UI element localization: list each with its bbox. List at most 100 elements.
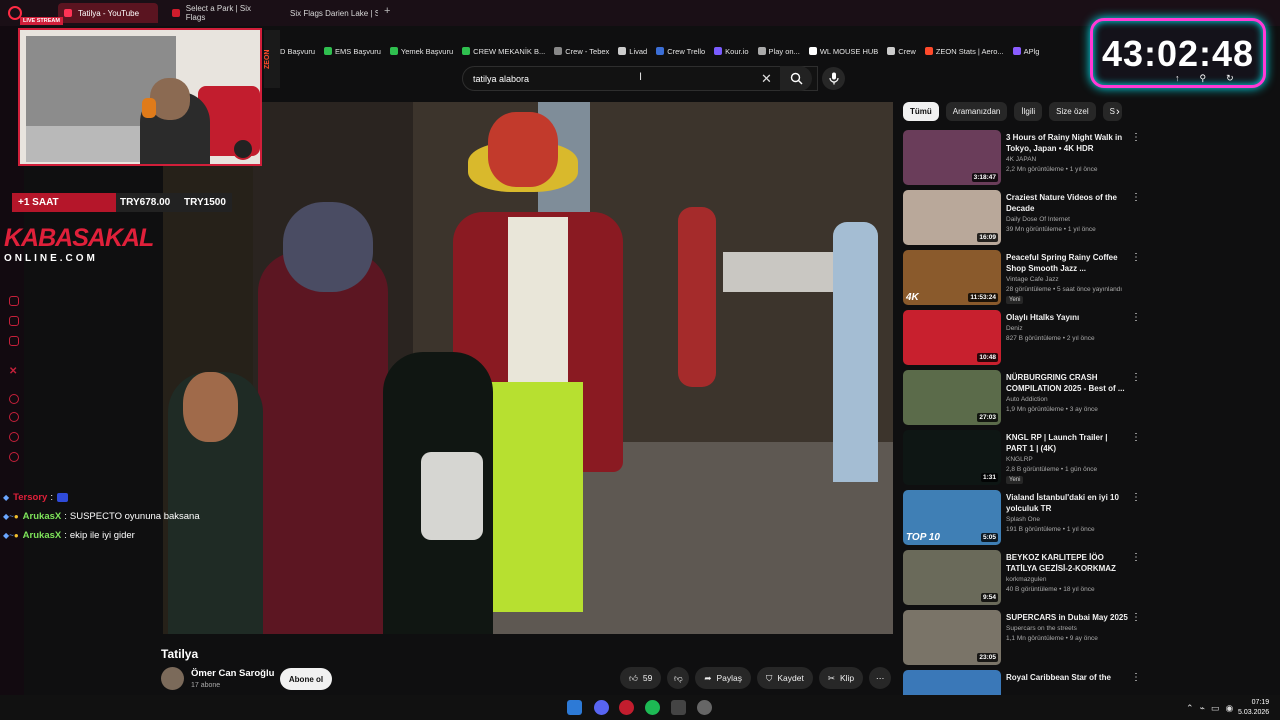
chevron-right-icon[interactable]: › — [1116, 106, 1120, 118]
bookmark-item[interactable]: APlg — [1012, 42, 1039, 60]
more-options-icon[interactable]: ⋮ — [1131, 612, 1141, 623]
filter-chip[interactable]: İlgili — [1014, 102, 1043, 121]
taskbar-clock[interactable]: 07:19 5.03.2026 — [1238, 698, 1269, 718]
opera-gx-icon[interactable] — [619, 700, 634, 715]
sidebar-app-icon[interactable] — [9, 336, 19, 346]
bookmark-item[interactable]: EMS Başvuru — [324, 42, 381, 60]
recommendation-item[interactable]: 1:31 KNGL RP | Launch Trailer | PART 1 | … — [903, 430, 1148, 490]
recommendation-item[interactable]: 4K 11:53:24 Peaceful Spring Rainy Coffee S… — [903, 250, 1148, 310]
recommendation-channel[interactable]: Splash One — [1006, 516, 1040, 523]
recommendation-channel[interactable]: KNGLRP — [1006, 456, 1033, 463]
subscribe-button[interactable]: Abone ol — [280, 668, 332, 690]
recommendation-title[interactable]: SUPERCARS in Dubai May 2025 — [1006, 612, 1128, 623]
close-icon[interactable]: ✕ — [761, 71, 772, 87]
recommendation-title[interactable]: Royal Caribbean Star of the — [1006, 672, 1128, 683]
recommendation-item[interactable]: 9:54 BEYKOZ KARLITEPE İÖO TATİLYA GEZİSİ-… — [903, 550, 1148, 610]
bookmark-item[interactable]: WL MOUSE HUB — [808, 42, 878, 60]
video-player[interactable] — [163, 102, 893, 634]
recommendation-channel[interactable]: Auto Addiction — [1006, 396, 1048, 403]
search-button[interactable] — [780, 66, 812, 91]
save-button[interactable]: ⛉ Kaydet — [757, 667, 813, 689]
video-thumbnail[interactable]: 9:54 — [903, 550, 1001, 605]
steam-icon[interactable] — [697, 700, 712, 715]
recommendation-title[interactable]: Vialand İstanbul'daki en iyi 10 yolculuk… — [1006, 492, 1128, 514]
spotify-icon[interactable] — [645, 700, 660, 715]
more-actions-button[interactable]: ⋯ — [869, 667, 892, 689]
bookmark-item[interactable]: Crew - Tebex — [554, 42, 609, 60]
recommendation-item[interactable]: 27:03 NÜRBURGRING CRASH COMPILATION 2025 … — [903, 370, 1148, 430]
recommendation-item[interactable]: 16:09 Craziest Nature Videos of the Decad… — [903, 190, 1148, 250]
sidebar-app-icon[interactable] — [9, 432, 19, 442]
search-input[interactable]: tatilya alabora — [473, 74, 529, 84]
filter-chip[interactable]: Size özel — [1049, 102, 1096, 121]
bookmark-item[interactable]: Crew Trello — [656, 42, 705, 60]
video-thumbnail[interactable]: 4K 11:53:24 — [903, 250, 1001, 305]
bookmark-item[interactable]: Kour.io — [714, 42, 749, 60]
windows-start-icon[interactable] — [567, 700, 582, 715]
more-options-icon[interactable]: ⋮ — [1131, 492, 1141, 503]
video-thumbnail[interactable]: 1:31 — [903, 430, 1001, 485]
filter-chip[interactable]: Tümü — [903, 102, 939, 121]
more-options-icon[interactable]: ⋮ — [1131, 552, 1141, 563]
recommendation-channel[interactable]: Vintage Cafe Jazz — [1006, 276, 1059, 283]
bookmark-item[interactable]: Yemek Başvuru — [389, 42, 453, 60]
recommendation-item[interactable]: 23:05 SUPERCARS in Dubai May 2025 Supercar… — [903, 610, 1148, 670]
more-options-icon[interactable]: ⋮ — [1131, 312, 1141, 323]
recommendation-item[interactable]: TOP 10 5:05 Vialand İstanbul'daki en iyi 1… — [903, 490, 1148, 550]
recommendation-title[interactable]: Craziest Nature Videos of the Decade — [1006, 192, 1128, 214]
system-tray-icons[interactable]: ⌃⌁▭◉ — [1186, 703, 1239, 714]
video-thumbnail[interactable]: 3:18:47 — [903, 130, 1001, 185]
sidebar-app-icon[interactable] — [9, 296, 19, 306]
recommendation-channel[interactable]: 4K JAPAN — [1006, 156, 1036, 163]
discord-icon[interactable] — [594, 700, 609, 715]
sidebar-app-icon[interactable] — [9, 394, 19, 404]
share-button[interactable]: ➦ Paylaş — [695, 667, 751, 689]
recommendation-title[interactable]: Olaylı Htalks Yayını — [1006, 312, 1128, 323]
clip-button[interactable]: ✂ Klip — [818, 667, 864, 689]
bookmark-item[interactable]: ZEON Stats | Aero... — [924, 42, 1004, 60]
recommendation-channel[interactable]: Daily Dose Of Internet — [1006, 216, 1070, 223]
more-options-icon[interactable]: ⋮ — [1131, 192, 1141, 203]
channel-avatar[interactable] — [161, 667, 184, 690]
more-options-icon[interactable]: ⋮ — [1131, 132, 1141, 143]
dislike-button[interactable]: 👎︎ — [667, 667, 690, 689]
video-thumbnail[interactable]: 16:09 — [903, 190, 1001, 245]
filter-chip[interactable]: Aramanızdan — [945, 102, 1008, 121]
bookmark-item[interactable]: Crew — [887, 42, 916, 60]
tab-darien-lake[interactable]: Six Flags Darien Lake | Sta — [278, 3, 378, 23]
recommendation-item[interactable]: 3:18:47 3 Hours of Rainy Night Walk in To… — [903, 130, 1148, 190]
recommendation-channel[interactable]: Supercars on the streets — [1006, 625, 1077, 632]
video-thumbnail[interactable]: 27:03 — [903, 370, 1001, 425]
voice-search-button[interactable] — [822, 67, 845, 90]
video-thumbnail[interactable]: 23:05 — [903, 610, 1001, 665]
recommendation-title[interactable]: NÜRBURGRING CRASH COMPILATION 2025 - Bes… — [1006, 372, 1128, 394]
video-thumbnail[interactable]: TOP 10 5:05 — [903, 490, 1001, 545]
recommendation-title[interactable]: BEYKOZ KARLITEPE İÖO TATİLYA GEZİSİ-2-KO… — [1006, 552, 1128, 574]
recommendation-channel[interactable]: Deniz — [1006, 325, 1023, 332]
x-twitter-icon[interactable]: ✕ — [9, 366, 19, 377]
chat-message: ◆ Tersory : — [3, 488, 200, 507]
video-thumbnail[interactable]: 10:48 — [903, 310, 1001, 365]
search-bar[interactable]: tatilya alabora I ✕ — [462, 66, 818, 91]
sidebar-app-icon[interactable] — [9, 316, 19, 326]
recommendation-title[interactable]: Peaceful Spring Rainy Coffee Shop Smooth… — [1006, 252, 1128, 274]
more-options-icon[interactable]: ⋮ — [1131, 372, 1141, 383]
channel-name[interactable]: Ömer Can Saroğlu — [191, 668, 274, 679]
recommendation-item[interactable]: 10:48 Olaylı Htalks Yayını Deniz 827 B görü… — [903, 310, 1148, 370]
recommendation-title[interactable]: 3 Hours of Rainy Night Walk in Tokyo, Ja… — [1006, 132, 1128, 154]
recommendation-channel[interactable]: korkmazgulen — [1006, 576, 1046, 583]
history-icon[interactable] — [9, 412, 19, 422]
recommendation-title[interactable]: KNGL RP | Launch Trailer | PART 1 | (4K) — [1006, 432, 1128, 454]
new-tab-button[interactable]: + — [384, 5, 390, 17]
bookmark-item[interactable]: Play on... — [757, 42, 800, 60]
more-options-icon[interactable]: ⋮ — [1131, 252, 1141, 263]
tab-select-park[interactable]: Select a Park | Six Flags — [166, 3, 270, 23]
like-button[interactable]: 👍︎ 59 — [620, 667, 662, 689]
app-icon[interactable] — [671, 700, 686, 715]
settings-icon[interactable] — [9, 452, 19, 462]
bookmark-item[interactable]: CREW MEKANİK B... — [462, 42, 545, 60]
tab-tatilya[interactable]: Tatilya - YouTube — [58, 3, 158, 23]
more-options-icon[interactable]: ⋮ — [1131, 672, 1141, 683]
bookmark-item[interactable]: Livad — [618, 42, 647, 60]
more-options-icon[interactable]: ⋮ — [1131, 432, 1141, 443]
